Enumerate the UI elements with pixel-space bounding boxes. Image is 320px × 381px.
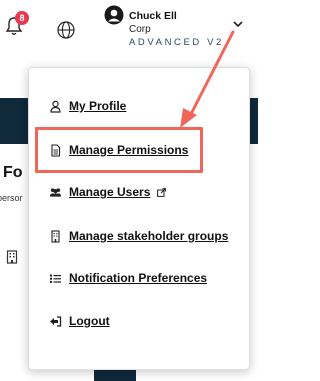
list-icon <box>50 274 61 283</box>
notification-count-badge: 8 <box>15 11 29 25</box>
plan-label: ADVANCED V2 <box>129 37 224 48</box>
user-org: Corp <box>129 24 151 35</box>
building-icon <box>6 250 18 264</box>
menu-item-notification-preferences[interactable]: Notification Preferences <box>29 266 249 292</box>
menu-item-label: Manage Users <box>69 185 151 199</box>
menu-item-label: My Profile <box>69 99 127 113</box>
user-dropdown-menu: My Profile Manage Permissions Manage Use… <box>28 67 250 370</box>
annotation-highlight-box <box>35 127 203 173</box>
external-link-icon <box>157 188 166 197</box>
building-icon <box>51 230 60 243</box>
menu-item-logout[interactable]: Logout <box>29 309 249 335</box>
menu-item-label: Notification Preferences <box>69 271 208 285</box>
globe-icon[interactable] <box>56 20 76 40</box>
user-name: Chuck Ell <box>129 10 177 22</box>
menu-item-label: Logout <box>69 314 110 328</box>
menu-item-label: Manage stakeholder groups <box>69 229 229 243</box>
background-page-title: Fo <box>3 164 23 181</box>
background-page-subtitle: persor <box>0 193 23 203</box>
background-banner <box>0 98 28 144</box>
menu-item-my-profile[interactable]: My Profile <box>29 94 249 120</box>
logout-icon <box>50 316 62 327</box>
person-icon <box>50 100 61 113</box>
avatar[interactable] <box>104 5 124 25</box>
top-header: 8 Chuck Ell Corp ADVANCED V2 <box>0 0 258 58</box>
menu-item-manage-stakeholder-groups[interactable]: Manage stakeholder groups <box>29 224 249 250</box>
chevron-down-icon[interactable] <box>232 19 244 29</box>
menu-item-manage-users[interactable]: Manage Users <box>29 180 249 206</box>
users-icon <box>49 188 62 197</box>
